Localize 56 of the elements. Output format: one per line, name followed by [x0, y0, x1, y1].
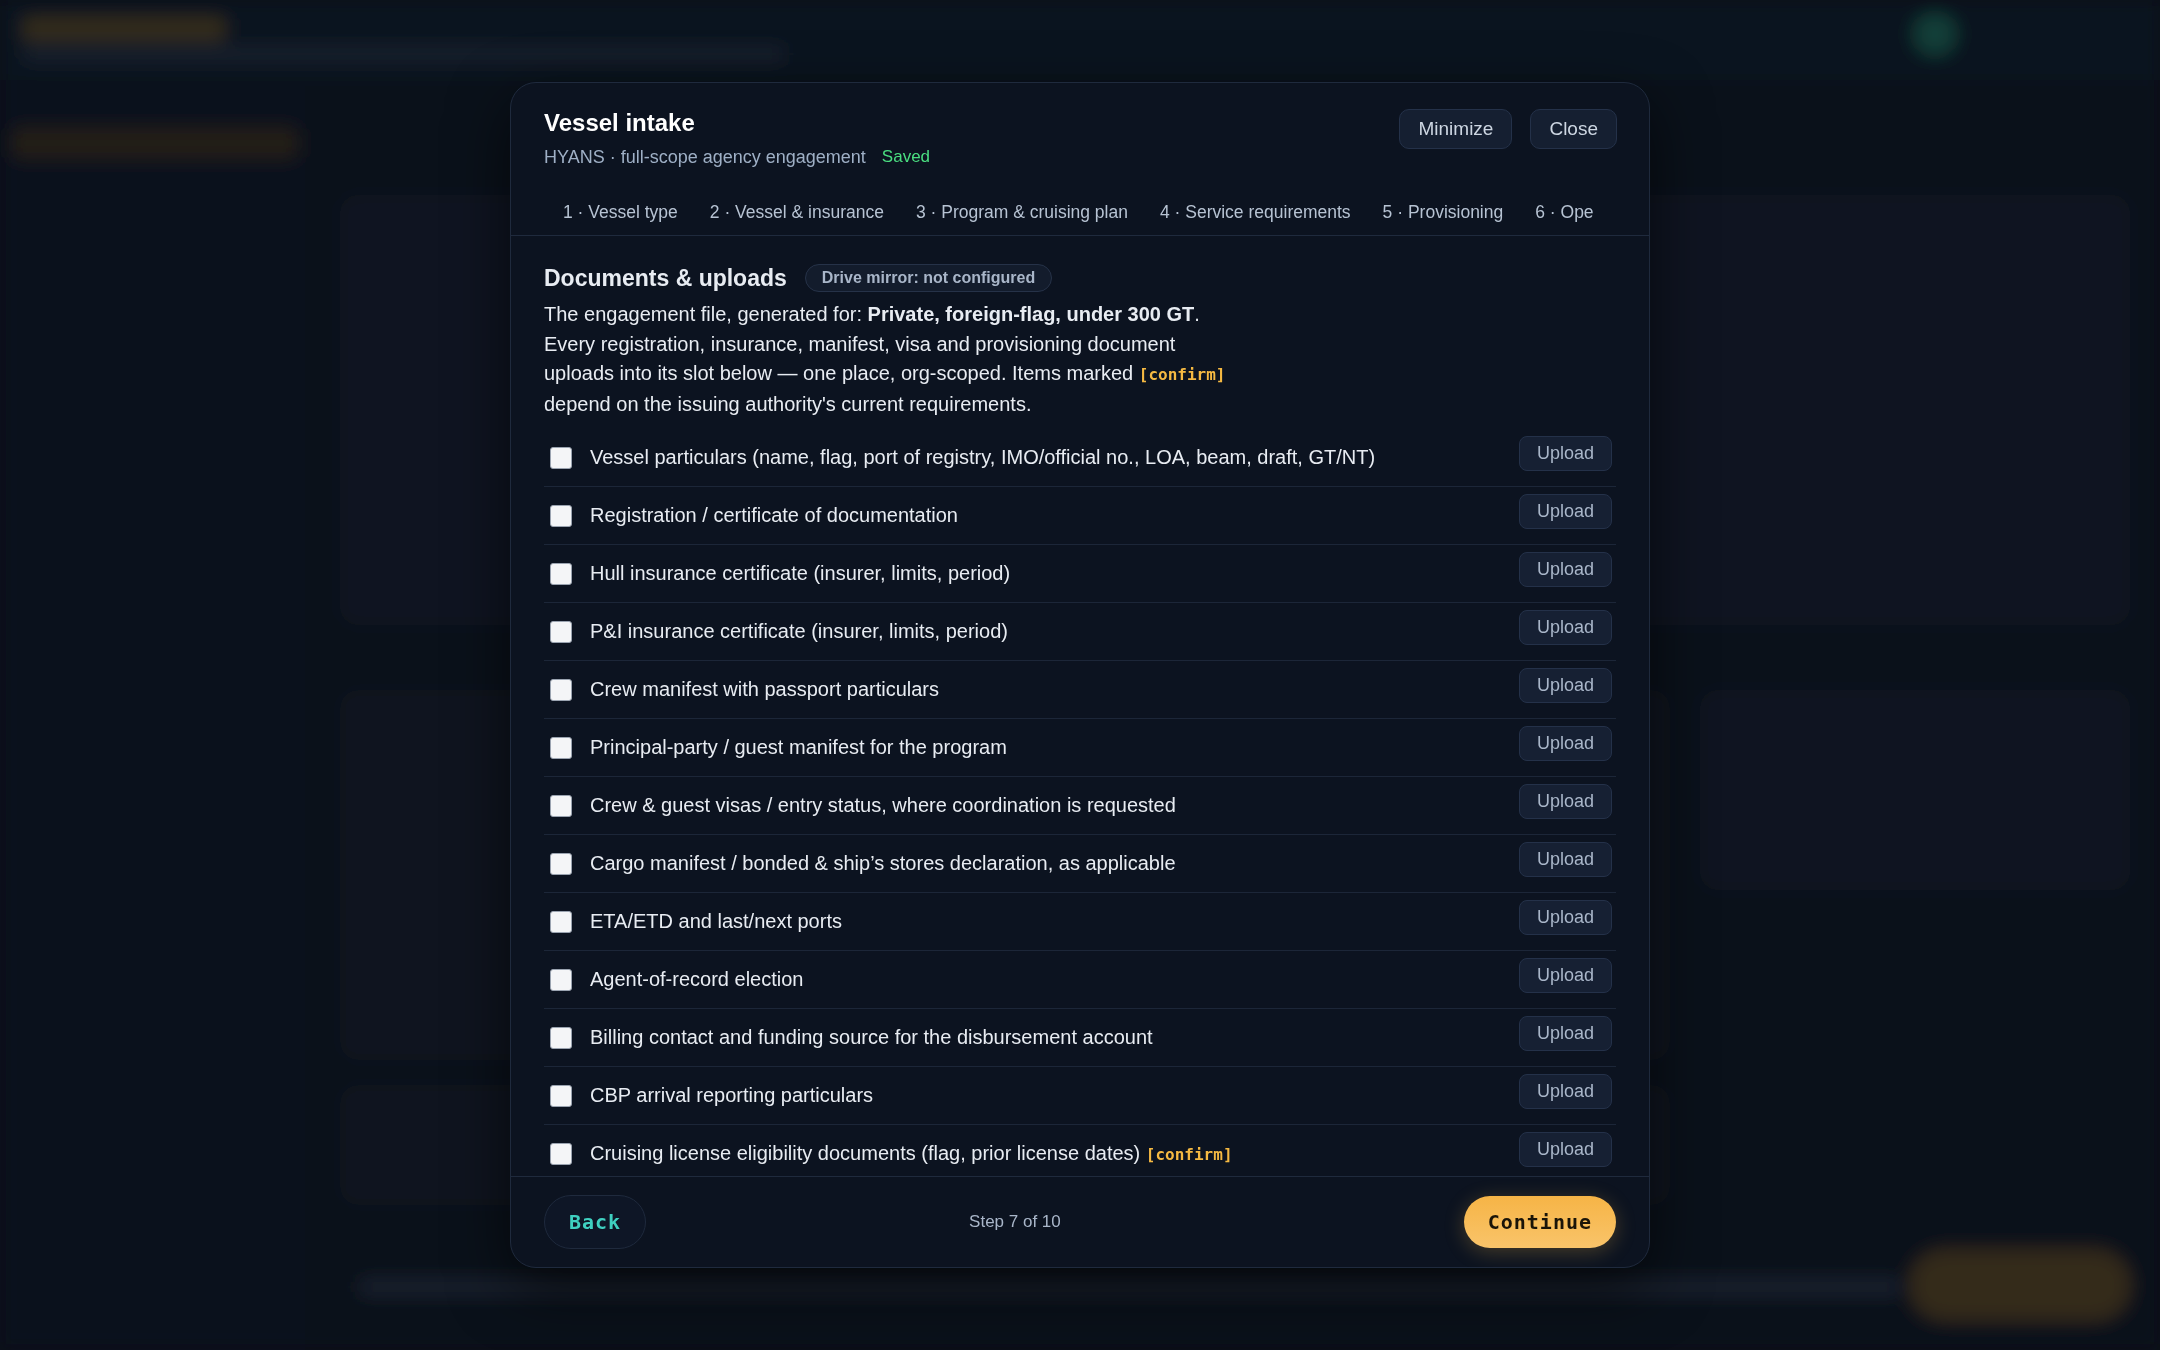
document-label: Principal-party / guest manifest for the program [590, 736, 1008, 759]
upload-button[interactable]: Upload [1518, 1132, 1612, 1167]
modal-title: Vessel intake [544, 109, 696, 137]
document-label: Cargo manifest / bonded & ship’s stores declaration, as applicable [590, 852, 1177, 875]
minimize-button[interactable]: Minimize [1399, 109, 1513, 149]
checkbox[interactable] [550, 910, 572, 933]
checkbox[interactable] [550, 1142, 572, 1165]
document-label: Agent-of-record election [590, 968, 805, 991]
engagement-subtitle: HYANS · full-scope agency engagement [544, 147, 866, 168]
checkbox[interactable] [550, 504, 572, 527]
checkbox[interactable] [550, 1026, 572, 1049]
upload-button[interactable]: Upload [1518, 726, 1612, 761]
step-tab[interactable]: 3 · Program & cruising plan [915, 196, 1128, 235]
back-button[interactable]: Back [544, 1195, 647, 1249]
upload-button[interactable]: Upload [1518, 842, 1612, 877]
upload-button[interactable]: Upload [1518, 552, 1612, 587]
document-label: Crew manifest with passport particulars [590, 678, 940, 701]
step-tab[interactable]: 4 · Service requirements [1159, 196, 1351, 235]
checkbox[interactable] [550, 736, 572, 759]
upload-button[interactable]: Upload [1518, 1074, 1612, 1109]
upload-button[interactable]: Upload [1518, 494, 1612, 529]
checkbox[interactable] [550, 562, 572, 585]
upload-button[interactable]: Upload [1518, 668, 1612, 703]
document-label: Billing contact and funding source for the disbursement account [590, 1026, 1154, 1049]
document-label: ETA/ETD and last/next ports [590, 910, 843, 933]
checkbox[interactable] [550, 968, 572, 991]
continue-button[interactable]: Continue [1463, 1196, 1616, 1248]
step-tab[interactable]: 1 · Vessel type [563, 196, 678, 235]
document-label: P&I insurance certificate (insurer, limits, period) [590, 620, 1009, 643]
section-title: Documents & uploads [544, 264, 787, 292]
checkbox[interactable] [550, 852, 572, 875]
checkbox[interactable] [550, 1084, 572, 1107]
checkbox[interactable] [550, 446, 572, 469]
checkbox[interactable] [550, 678, 572, 701]
upload-button[interactable]: Upload [1518, 900, 1612, 935]
close-button[interactable]: Close [1530, 109, 1617, 149]
step-tab[interactable]: 2 · Vessel & insurance [709, 196, 884, 235]
document-label: Cruising license eligibility documents (flag, prior license dates) [confirm] [590, 1142, 1234, 1165]
step-indicator: Step 7 of 10 [969, 1212, 1061, 1232]
document-label: Registration / certificate of documentation [590, 504, 959, 527]
upload-button[interactable]: Upload [1518, 784, 1612, 819]
upload-button[interactable]: Upload [1518, 958, 1612, 993]
document-label: Crew & guest visas / entry status, where coordination is requested [590, 794, 1177, 817]
step-tab[interactable]: 5 · Provisioning [1382, 196, 1504, 235]
upload-button[interactable]: Upload [1518, 1016, 1612, 1051]
section-description: The engagement file, generated for: Private, foreign-flag, under 300 GT. Every registration, insurance, manifest, visa and provisioning document uploads into its slot below — one place, org-scoped. Items marked [confirm] depend on the issuing authority's current requirements. [544, 302, 1227, 417]
checkbox[interactable] [550, 794, 572, 817]
upload-button[interactable]: Upload [1518, 610, 1612, 645]
step-tab[interactable]: 6 · Ope [1535, 196, 1594, 235]
checkbox[interactable] [550, 620, 572, 643]
document-label: CBP arrival reporting particulars [590, 1084, 875, 1107]
saved-status: Saved [881, 147, 931, 168]
drive-mirror-badge: Drive mirror: not configured [804, 264, 1053, 292]
document-label: Vessel particulars (name, flag, port of registry, IMO/official no., LOA, beam, draft, GT/NT) [590, 446, 1377, 469]
document-label: Hull insurance certificate (insurer, limits, period) [590, 562, 1012, 585]
upload-button[interactable]: Upload [1518, 436, 1612, 471]
